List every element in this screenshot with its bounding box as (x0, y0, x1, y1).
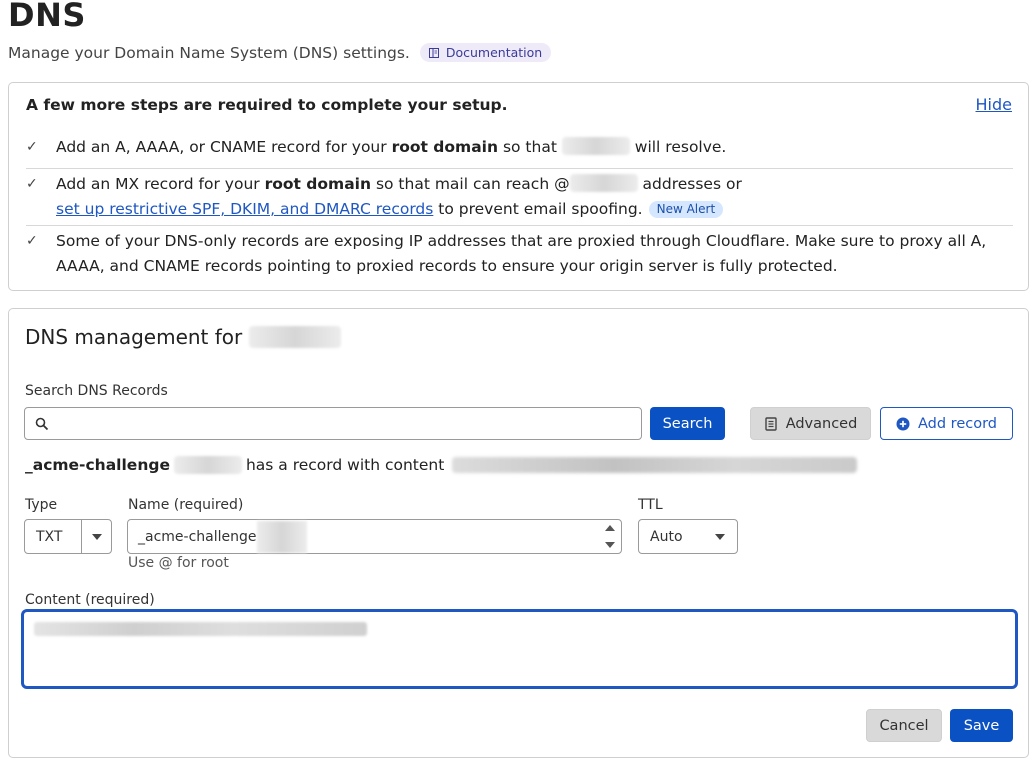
record-summary-text: has a record with content (245, 456, 445, 474)
search-icon (35, 417, 49, 430)
type-select[interactable]: TXT (24, 519, 112, 554)
search-button[interactable]: Search (650, 407, 725, 440)
dns-management-card: DNS management for Search DNS Records Se… (8, 308, 1029, 758)
check-icon: ✓ (26, 233, 38, 249)
redacted-content (452, 457, 858, 473)
search-input[interactable] (55, 408, 641, 439)
spf-dkim-dmarc-link[interactable]: set up restrictive SPF, DKIM, and DMARC … (56, 200, 433, 218)
search-label: Search DNS Records (25, 383, 168, 399)
plus-circle-icon (896, 417, 910, 430)
type-label: Type (25, 497, 58, 513)
ttl-value: Auto (650, 528, 683, 545)
setup-step-proxy-warning: ✓ Some of your DNS-only records are expo… (26, 229, 1013, 279)
content-label: Content (required) (25, 592, 155, 608)
cancel-button[interactable]: Cancel (866, 709, 942, 742)
redacted-content (34, 622, 367, 636)
chevron-down-icon (715, 533, 725, 540)
ttl-select[interactable]: Auto (638, 519, 738, 554)
redacted-domain (248, 326, 341, 348)
redacted-domain (173, 456, 242, 474)
setup-steps-card: A few more steps are required to complet… (8, 82, 1029, 291)
advanced-label: Advanced (785, 415, 858, 432)
divider (26, 225, 1013, 226)
search-field[interactable] (24, 407, 642, 440)
name-spinner[interactable] (601, 522, 619, 551)
page-title: DNS (8, 0, 86, 34)
dns-management-heading: DNS management for (25, 325, 341, 349)
name-value: _acme-challenge (138, 528, 257, 545)
setup-heading: A few more steps are required to complet… (26, 96, 508, 114)
name-hint: Use @ for root (128, 555, 229, 571)
check-icon: ✓ (26, 139, 38, 155)
new-alert-badge: New Alert (648, 201, 724, 218)
save-button[interactable]: Save (950, 709, 1013, 742)
document-icon (764, 416, 777, 431)
page-subtitle: Manage your Domain Name System (DNS) set… (8, 43, 410, 62)
advanced-button[interactable]: Advanced (750, 407, 871, 440)
ttl-label: TTL (638, 497, 663, 513)
record-name: _acme-challenge (25, 456, 170, 474)
spin-down-icon (605, 542, 615, 548)
type-value: TXT (36, 528, 63, 545)
add-record-button[interactable]: Add record (880, 407, 1013, 440)
name-field[interactable]: _acme-challenge (127, 519, 622, 554)
content-textarea[interactable] (22, 610, 1017, 688)
hide-link[interactable]: Hide (976, 95, 1012, 114)
step-text: Add an MX record for your root domain so… (56, 174, 742, 218)
step-text: Some of your DNS-only records are exposi… (56, 232, 987, 275)
redacted-domain (561, 137, 630, 155)
name-label: Name (required) (128, 497, 244, 513)
documentation-link[interactable]: Documentation (419, 43, 552, 62)
redacted-domain (569, 174, 638, 192)
setup-step-mx-record: ✓ Add an MX record for your root domain … (26, 172, 1013, 222)
documentation-label: Documentation (445, 45, 543, 60)
book-icon (428, 47, 439, 58)
check-icon: ✓ (26, 176, 38, 192)
chevron-down-icon (81, 520, 111, 553)
page-subtitle-row: Manage your Domain Name System (DNS) set… (8, 43, 552, 62)
step-text: Add an A, AAAA, or CNAME record for your… (56, 137, 727, 156)
redacted-domain (256, 520, 307, 553)
spin-up-icon (605, 525, 615, 531)
setup-step-root-record: ✓ Add an A, AAAA, or CNAME record for yo… (26, 135, 1013, 160)
divider (26, 168, 1013, 169)
add-record-label: Add record (918, 415, 997, 432)
record-summary: _acme-challenge has a record with conten… (25, 456, 858, 474)
